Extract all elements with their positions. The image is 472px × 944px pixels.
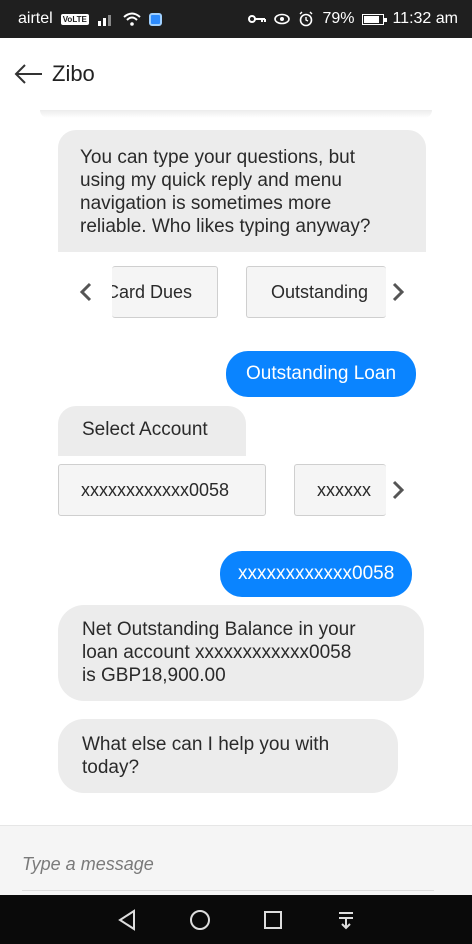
chevron-right-icon[interactable] [388, 478, 408, 502]
account-option-second[interactable]: xxxxxx [294, 464, 386, 516]
bot-message-followup: What else can I help you with today? [58, 719, 398, 793]
alarm-icon [298, 11, 314, 27]
status-right: 79% 11:32 am [248, 10, 458, 28]
status-bar: airtel VoLTE 79% 11:32 am [0, 0, 472, 38]
bot-message-intro: You can type your questions, but using m… [58, 130, 426, 252]
bot-message-balance: Net Outstanding Balance in your loan acc… [58, 605, 424, 701]
message-line: using my quick reply and menu [80, 170, 342, 191]
signal-icon [97, 12, 115, 26]
clock: 11:32 am [392, 10, 458, 27]
back-arrow-icon[interactable] [14, 62, 44, 86]
navigation-bar [0, 895, 472, 944]
app-header: Zibo [0, 38, 472, 110]
nav-recents-icon[interactable] [258, 905, 288, 935]
nav-back-icon[interactable] [112, 905, 142, 935]
user-message-account: xxxxxxxxxxxx0058 [220, 551, 413, 597]
status-left: airtel VoLTE [18, 10, 162, 28]
chip-label: xxxxxx [317, 479, 371, 500]
message-input-bar [0, 825, 472, 895]
message-input[interactable] [22, 848, 432, 880]
user-message-outstanding-loan: Outstanding Loan [226, 351, 417, 397]
message-line: is GBP18,900.00 [82, 665, 226, 686]
volte-badge: VoLTE [60, 13, 89, 25]
message-line: navigation is sometimes more [80, 193, 332, 214]
battery-icon [362, 13, 388, 25]
chip-label: xxxxxxxxxxxx0058 [81, 479, 230, 500]
quick-reply-outstanding[interactable]: Outstanding [246, 266, 386, 318]
app-notification-icon [148, 12, 162, 26]
quick-reply-carousel[interactable]: Card Dues Outstanding [58, 266, 426, 318]
chip-label: Outstanding [271, 281, 369, 302]
eye-comfort-icon [274, 12, 291, 26]
previous-message-edge [40, 110, 432, 118]
account-option-0058[interactable]: xxxxxxxxxxxx0058 [58, 464, 266, 516]
chevron-right-icon[interactable] [388, 280, 408, 304]
message-line: You can type your questions, but [80, 147, 355, 168]
chevron-left-icon[interactable] [76, 280, 96, 304]
input-underline [22, 890, 434, 891]
quick-reply-card-dues[interactable]: Card Dues [112, 266, 218, 318]
bot-message-select-account: Select Account [58, 406, 246, 456]
message-line: today? [82, 757, 140, 778]
message-line: Net Outstanding Balance in your [82, 619, 356, 640]
page-title: Zibo [52, 61, 95, 86]
account-carousel[interactable]: xxxxxxxxxxxx0058 xxxxxx [58, 464, 426, 516]
chip-label: Card Dues [112, 281, 193, 302]
carrier-name: airtel [18, 10, 53, 27]
message-line: What else can I help you with [82, 734, 330, 755]
wifi-icon [123, 12, 141, 26]
message-line: reliable. Who likes typing anyway? [80, 216, 371, 237]
nav-notifications-pull-icon[interactable] [331, 905, 361, 935]
nav-home-icon[interactable] [185, 905, 215, 935]
chat-area[interactable]: You can type your questions, but using m… [0, 110, 472, 825]
battery-percent: 79% [322, 10, 355, 27]
message-line: loan account xxxxxxxxxxxx0058 [82, 642, 352, 663]
key-icon [248, 13, 267, 25]
